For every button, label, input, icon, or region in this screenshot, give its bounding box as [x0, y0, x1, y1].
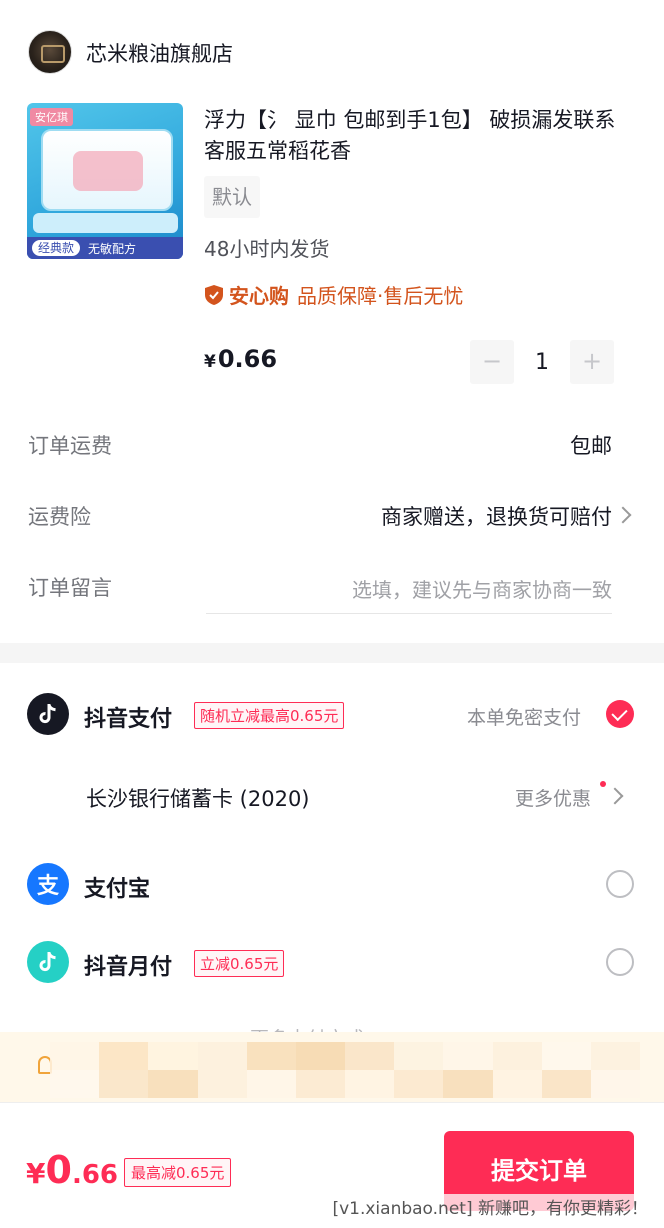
assurance-row[interactable]: 安心购 品质保障·售后无忧: [204, 280, 463, 309]
total-price: ¥0.66: [26, 1148, 118, 1192]
red-dot-badge: [600, 781, 606, 787]
decrease-button[interactable]: −: [470, 340, 514, 384]
product-thumbnail[interactable]: 安亿琪 经典款 无敏配方: [27, 103, 183, 259]
douyin-monthly-promo: 立减0.65元: [194, 950, 285, 977]
remark-label: 订单留言: [28, 576, 112, 600]
thumb-brand-tag: 安亿琪: [30, 108, 73, 126]
quantity-stepper[interactable]: − 1 +: [470, 340, 614, 384]
douyin-monthly-name[interactable]: 抖音月付: [84, 949, 172, 981]
total-currency: ¥: [26, 1157, 46, 1190]
shop-name[interactable]: 芯米粮油旗舰店: [86, 38, 233, 68]
douyin-monthly-radio[interactable]: [606, 948, 634, 976]
thumb-badge-classic: 经典款: [32, 240, 81, 256]
watermark: [v1.xianbao.net] 新赚吧，有你更精彩！: [330, 1194, 650, 1219]
tiktok-note-icon: [39, 704, 56, 724]
tiktok-note-icon: [39, 952, 56, 972]
alipay-name[interactable]: 支付宝: [84, 871, 150, 903]
insurance-value[interactable]: 商家赠送，退换货可赔付: [381, 501, 612, 531]
douyin-pay-icon: [27, 693, 69, 735]
insurance-label: 运费险: [28, 505, 91, 529]
product-pack-graphic-2: [33, 213, 178, 233]
total-decimal: .66: [71, 1160, 118, 1190]
product-spec[interactable]: 默认: [204, 176, 260, 218]
douyin-pay-radio[interactable]: [606, 700, 634, 728]
shipping-value: 包邮: [570, 434, 612, 458]
assurance-brand: 安心购: [229, 284, 289, 308]
secret-free-note: 本单免密支付: [467, 707, 582, 729]
thumb-badge-formula: 无敏配方: [88, 241, 137, 256]
shop-avatar[interactable]: [28, 30, 72, 74]
alipay-icon: 支: [27, 863, 69, 905]
chevron-right-icon[interactable]: [606, 787, 624, 805]
product-title[interactable]: 浮力【氵 显巾 包邮到手1包】 破损漏发联系客服五常稻花香: [204, 105, 634, 167]
max-discount-tag: 最高减0.65元: [124, 1158, 232, 1187]
remark-input[interactable]: [206, 566, 612, 614]
pixelated-notice-text: [50, 1042, 640, 1098]
shield-icon: [205, 284, 223, 305]
product-pack-graphic: [41, 129, 173, 211]
douyin-monthly-icon: [27, 941, 69, 983]
price-currency: ¥: [204, 352, 216, 372]
ship-time: 48小时内发货: [204, 237, 330, 261]
assurance-text: 品质保障·售后无忧: [297, 284, 464, 308]
bank-card-name[interactable]: 长沙银行储蓄卡 (2020): [86, 783, 310, 813]
alipay-radio[interactable]: [606, 870, 634, 898]
thumb-badge-bar: 经典款 无敏配方: [27, 237, 183, 259]
douyin-pay-promo: 随机立减最高0.65元: [194, 702, 345, 729]
douyin-pay-name[interactable]: 抖音支付: [84, 701, 172, 733]
total-integer: 0: [45, 1148, 72, 1192]
section-divider: [0, 643, 664, 663]
more-offers-link[interactable]: 更多优惠: [515, 784, 591, 811]
shipping-label: 订单运费: [28, 434, 112, 458]
unit-price: ¥0.66: [204, 345, 277, 373]
chevron-right-icon[interactable]: [614, 506, 632, 524]
price-value: 0.66: [217, 345, 278, 373]
increase-button[interactable]: +: [570, 340, 614, 384]
quantity-value[interactable]: 1: [514, 350, 570, 375]
